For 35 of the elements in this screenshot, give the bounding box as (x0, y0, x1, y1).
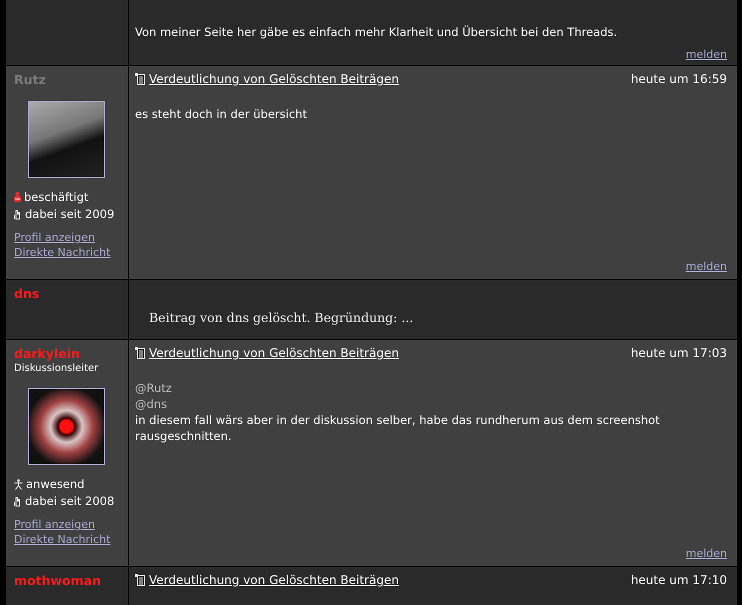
report-link[interactable]: melden (686, 547, 727, 560)
document-icon (135, 73, 145, 85)
document-icon (135, 574, 145, 586)
mention-text: @Rutz (135, 380, 172, 396)
user-rank: Diskussionsleiter (14, 363, 98, 374)
post-title-link[interactable]: Verdeutlichung von Gelöschten Beiträgen (149, 72, 399, 86)
busy-person-icon (14, 192, 21, 202)
post-time: heute um 17:10 (630, 573, 727, 587)
author-name[interactable]: darkylein (14, 346, 80, 361)
profile-link[interactable]: Direkte Nachricht (14, 533, 110, 546)
post-title-link[interactable]: Verdeutlichung von Gelöschten Beiträgen (149, 573, 399, 587)
post-title-link[interactable]: Verdeutlichung von Gelöschten Beiträgen (149, 346, 399, 360)
member-since: dabei seit 2009 (25, 207, 114, 221)
deleted-notice: Beitrag von dns gelöscht. Begründung: ... (149, 310, 414, 325)
post-text: es steht doch in der übersicht (135, 106, 307, 122)
profile-link[interactable]: Profil anzeigen (14, 231, 95, 244)
post-time: heute um 17:03 (630, 346, 727, 360)
author-name[interactable]: mothwoman (14, 573, 101, 588)
report-link[interactable]: melden (686, 260, 727, 273)
post-text: Von meiner Seite her gäbe es einfach mehr Klarheit und Übersicht bei den Threads. (135, 24, 618, 40)
profile-link[interactable]: Direkte Nachricht (14, 246, 110, 259)
report-link[interactable]: melden (686, 48, 727, 61)
document-icon (135, 347, 145, 359)
person-icon (14, 478, 23, 490)
mention-text: @dns (135, 396, 168, 412)
hand-icon (14, 496, 22, 506)
status-text: beschäftigt (24, 190, 88, 204)
post-text: in diesem fall wärs aber in der diskussion selber, habe das rundherum aus dem screenshot rausgeschnitten. (135, 412, 661, 444)
member-since: dabei seit 2008 (25, 494, 114, 508)
profile-link[interactable]: Profil anzeigen (14, 518, 95, 531)
author-name[interactable]: Rutz (14, 72, 46, 87)
status-text: anwesend (26, 477, 84, 491)
post-time: heute um 16:59 (630, 72, 727, 86)
author-name[interactable]: dns (14, 286, 40, 301)
hand-icon (14, 208, 22, 220)
